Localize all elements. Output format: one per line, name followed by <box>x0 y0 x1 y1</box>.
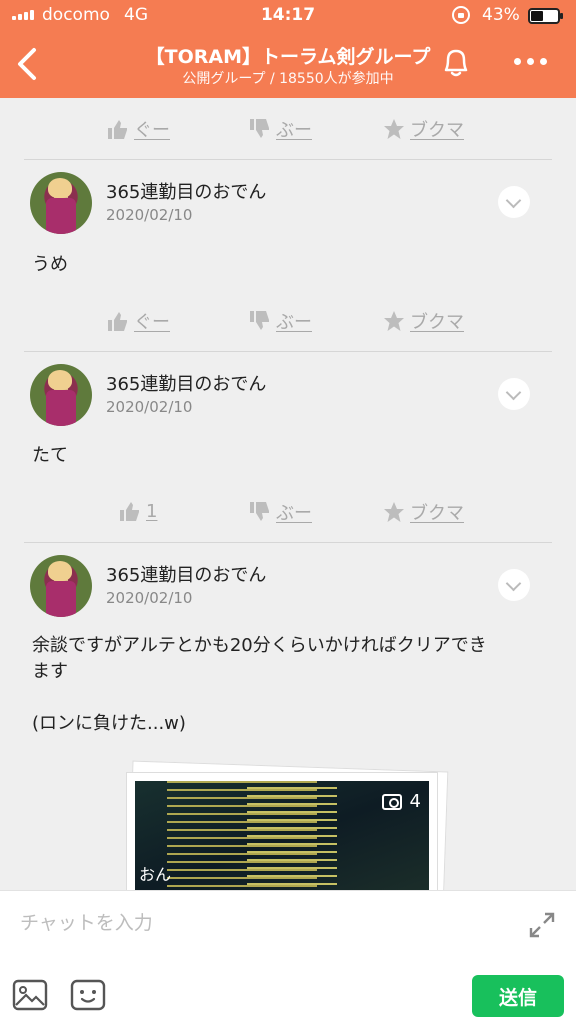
bookmark-label: ブクマ <box>410 312 464 333</box>
status-bar: docomo 4G 14:17 43% <box>0 0 576 32</box>
emoji-icon[interactable] <box>70 979 106 1011</box>
good-button[interactable]: ぐー <box>106 116 170 142</box>
divider <box>24 542 552 543</box>
camera-icon <box>381 793 402 810</box>
rotation-lock-icon <box>452 6 470 24</box>
post-body-line: ます <box>32 661 68 682</box>
star-icon <box>384 502 404 522</box>
avatar[interactable] <box>30 172 92 234</box>
post-header: 365連勤目のおでん 2020/02/10 <box>0 172 576 242</box>
thumbs-up-icon <box>108 120 127 139</box>
group-title: 【TORAM】トーラム剣グループ <box>145 46 431 68</box>
back-arrow-icon[interactable] <box>10 44 50 84</box>
thumbs-down-icon <box>250 311 269 330</box>
photo-count: 4 <box>381 791 421 812</box>
post-actions: 1 ぶー ブクマ <box>0 491 576 531</box>
post-actions: ぐー ぶー ブクマ <box>0 300 576 340</box>
group-subtitle: 公開グループ / 18550人が参加中 <box>182 71 394 87</box>
photo-thumbnail[interactable]: おん 4 <box>135 781 429 890</box>
post-date: 2020/02/10 <box>106 206 193 224</box>
chat-composer: 送信 <box>0 890 576 1024</box>
thumbs-up-icon <box>120 502 139 521</box>
post-header: 365連勤目のおでん 2020/02/10 <box>0 555 576 625</box>
star-icon <box>384 311 404 331</box>
avatar[interactable] <box>30 364 92 426</box>
image-icon[interactable] <box>12 979 48 1011</box>
photo-count-value: 4 <box>409 791 421 812</box>
boo-button[interactable]: ぶー <box>248 499 312 525</box>
boo-label: ぶー <box>276 120 312 141</box>
post-body: たて <box>32 445 68 466</box>
author-name[interactable]: 365連勤目のおでん <box>106 370 266 396</box>
photo-overlay-text: おん <box>139 865 172 884</box>
battery-icon <box>528 8 563 24</box>
star-icon <box>384 119 404 139</box>
bookmark-button[interactable]: ブクマ <box>382 116 464 142</box>
photo-album[interactable]: おん 4 <box>126 760 452 890</box>
good-button[interactable]: 1 <box>118 499 157 523</box>
send-button[interactable]: 送信 <box>472 975 564 1017</box>
post-body-line: 余談ですがアルテとかも20分くらいかければクリアでき <box>32 635 487 656</box>
chat-input[interactable] <box>20 905 500 941</box>
chevron-down-icon[interactable] <box>498 569 530 601</box>
good-count: 1 <box>146 500 158 522</box>
post-actions: ぐー ぶー ブクマ <box>0 108 576 148</box>
bookmark-label: ブクマ <box>410 120 464 141</box>
post-body: うめ <box>32 254 68 275</box>
battery-percent: 43% <box>482 5 520 25</box>
thumbs-down-icon <box>250 502 269 521</box>
bookmark-button[interactable]: ブクマ <box>382 499 464 525</box>
divider <box>24 159 552 160</box>
thumbs-up-icon <box>108 312 127 331</box>
author-name[interactable]: 365連勤目のおでん <box>106 178 266 204</box>
post-body-line: (ロンに負けた...w) <box>32 713 186 734</box>
post-header: 365連勤目のおでん 2020/02/10 <box>0 364 576 434</box>
avatar[interactable] <box>30 555 92 617</box>
good-label: ぐー <box>134 312 170 333</box>
post-date: 2020/02/10 <box>106 398 193 416</box>
bell-icon[interactable] <box>438 44 474 80</box>
good-button[interactable]: ぐー <box>106 308 170 334</box>
chevron-down-icon[interactable] <box>498 186 530 218</box>
expand-icon[interactable] <box>528 911 556 939</box>
boo-button[interactable]: ぶー <box>248 308 312 334</box>
chevron-down-icon[interactable] <box>498 378 530 410</box>
boo-label: ぶー <box>276 312 312 333</box>
post-date: 2020/02/10 <box>106 589 193 607</box>
divider <box>24 351 552 352</box>
good-label: ぐー <box>134 120 170 141</box>
author-name[interactable]: 365連勤目のおでん <box>106 561 266 587</box>
boo-button[interactable]: ぶー <box>248 116 312 142</box>
post-feed: ぐー ぶー ブクマ 365連勤目のおでん 2020/02/10 うめ ぐー ぶー… <box>0 98 576 890</box>
bookmark-button[interactable]: ブクマ <box>382 308 464 334</box>
app-header: docomo 4G 14:17 43% 【TORAM】トーラム剣グループ 公開グ… <box>0 0 576 98</box>
more-options-icon[interactable] <box>514 58 547 65</box>
bookmark-label: ブクマ <box>410 503 464 524</box>
thumbs-down-icon <box>250 119 269 138</box>
boo-label: ぶー <box>276 503 312 524</box>
